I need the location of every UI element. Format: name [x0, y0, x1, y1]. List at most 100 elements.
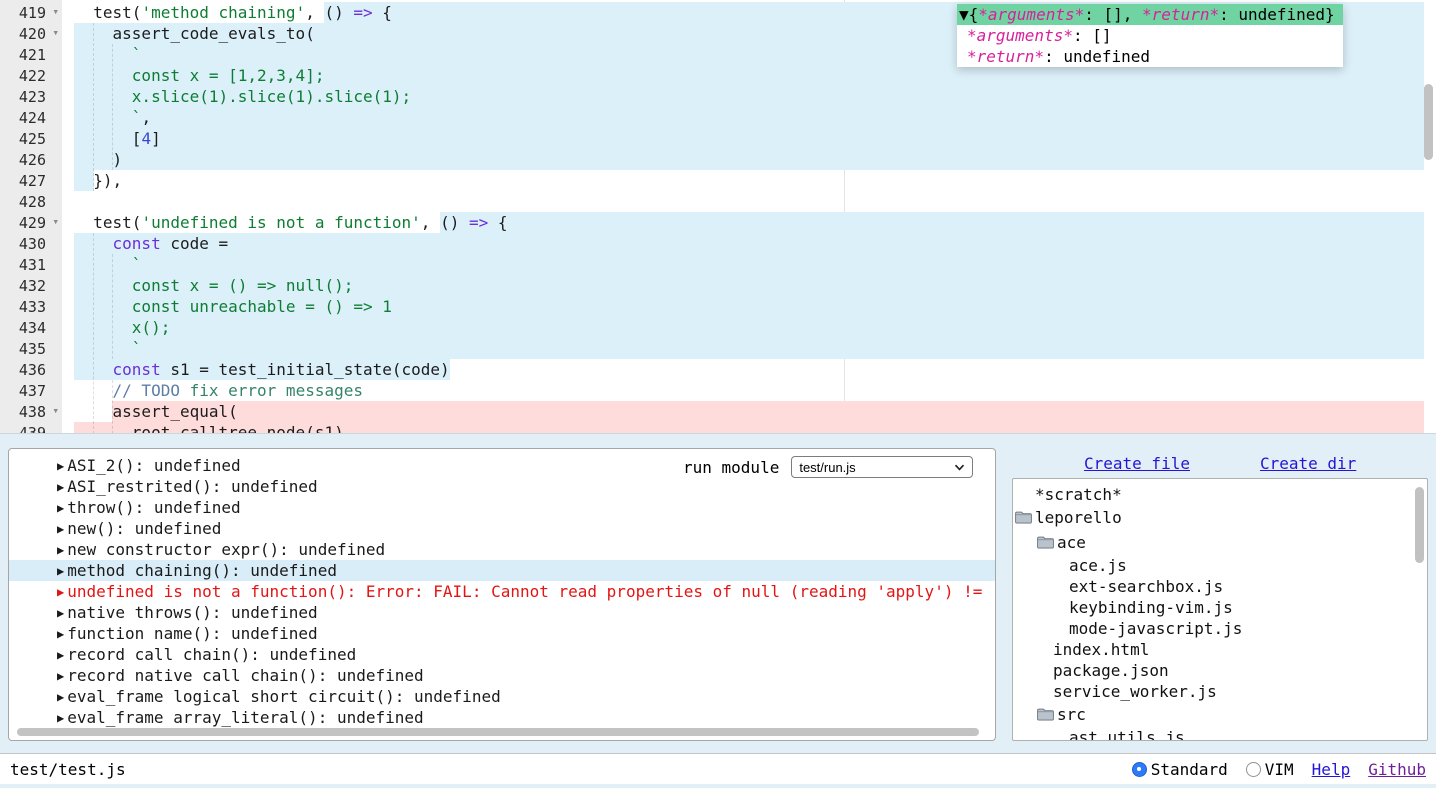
fold-arrow[interactable]: ▾ — [52, 5, 59, 19]
test-result-item[interactable]: ▶ASI_restrited(): undefined — [9, 476, 995, 497]
expand-arrow-icon[interactable]: ▶ — [57, 648, 64, 662]
expand-arrow-icon[interactable]: ▶ — [57, 669, 64, 683]
code-line[interactable]: x.slice(1).slice(1).slice(1); — [74, 86, 1436, 107]
expand-arrow-icon[interactable]: ▶ — [57, 627, 64, 641]
status-bar-controls: Standard VIM Help Github — [1132, 760, 1426, 779]
line-number: 433 — [0, 296, 62, 317]
test-result-item[interactable]: ▶new constructor expr(): undefined — [9, 539, 995, 560]
code-line[interactable]: const s1 = test_initial_state(code) — [74, 359, 1436, 380]
test-result-item[interactable]: ▶record call chain(): undefined — [9, 644, 995, 665]
file-tree-file[interactable]: service_worker.js — [1013, 681, 1427, 702]
value-tooltip-entry[interactable]: *return*: undefined — [957, 46, 1343, 67]
file-name: keybinding-vim.js — [1069, 598, 1233, 617]
file-tree-file[interactable]: *scratch* — [1013, 484, 1427, 505]
expand-arrow-icon[interactable]: ▶ — [57, 501, 64, 515]
code-line[interactable]: test('undefined is not a function', () =… — [74, 212, 1436, 233]
expand-arrow-icon[interactable]: ▶ — [57, 543, 64, 557]
expand-arrow-icon[interactable]: ▶ — [57, 711, 64, 725]
keybinding-mode-vim[interactable]: VIM — [1246, 760, 1294, 779]
fold-arrow[interactable]: ▾ — [52, 215, 59, 229]
radio-button[interactable] — [1246, 762, 1261, 777]
expand-arrow-icon[interactable]: ▶ — [57, 585, 64, 599]
expand-arrow-icon[interactable]: ▶ — [57, 480, 64, 494]
code-line[interactable]: ) — [74, 149, 1436, 170]
file-tree-scrollbar-thumb[interactable] — [1415, 487, 1424, 563]
test-result-item[interactable]: ▶function name(): undefined — [9, 623, 995, 644]
code-line[interactable]: x(); — [74, 317, 1436, 338]
line-number: 437 — [0, 380, 62, 401]
current-file-path: test/test.js — [10, 760, 126, 779]
test-result-item[interactable]: ▶eval_frame logical short circuit(): und… — [9, 686, 995, 707]
expand-arrow-icon[interactable]: ▶ — [57, 459, 64, 473]
value-tooltip-entry[interactable]: *arguments*: [] — [957, 25, 1343, 46]
file-name: leporello — [1035, 508, 1122, 527]
code-line[interactable] — [74, 191, 1436, 212]
code-line[interactable]: const code = — [74, 233, 1436, 254]
line-number: 430 — [0, 233, 62, 254]
file-tree-file[interactable]: index.html — [1013, 639, 1427, 660]
line-number: 420▾ — [0, 23, 62, 44]
code-line[interactable]: ` — [74, 338, 1436, 359]
value-tooltip-entries: *arguments*: []*return*: undefined — [957, 25, 1343, 67]
fold-arrow[interactable]: ▾ — [52, 404, 59, 418]
console-scrollbar-thumb[interactable] — [17, 728, 979, 736]
test-result-item[interactable]: ▶record native call chain(): undefined — [9, 665, 995, 686]
test-result-item[interactable]: ▶undefined is not a function(): Error: F… — [9, 581, 995, 602]
code-line[interactable]: ` — [74, 254, 1436, 275]
folder-icon — [1037, 708, 1054, 721]
file-tree-header: Create file Create dir — [1012, 448, 1428, 478]
test-result-item[interactable]: ▶new(): undefined — [9, 518, 995, 539]
line-number: 438▾ — [0, 401, 62, 422]
file-name: index.html — [1053, 640, 1149, 659]
test-result-item[interactable]: ▶throw(): undefined — [9, 497, 995, 518]
file-name: package.json — [1053, 661, 1169, 680]
file-tree-file[interactable]: package.json — [1013, 660, 1427, 681]
editor-gutter: 419▾420▾421422423424425426427428429▾4304… — [0, 0, 62, 434]
file-name: service_worker.js — [1053, 682, 1217, 701]
line-number: 428 — [0, 191, 62, 212]
code-line[interactable]: assert_equal( — [74, 401, 1436, 422]
line-number: 427 — [0, 170, 62, 191]
line-number: 426 — [0, 149, 62, 170]
expand-arrow-icon[interactable]: ▶ — [57, 606, 64, 620]
file-name: *scratch* — [1035, 485, 1122, 504]
code-line[interactable]: // TODO fix error messages — [74, 380, 1436, 401]
github-link[interactable]: Github — [1368, 760, 1426, 779]
code-line[interactable]: }), — [74, 170, 1436, 191]
file-tree-file[interactable]: keybinding-vim.js — [1013, 597, 1427, 618]
test-result-item[interactable]: ▶native throws(): undefined — [9, 602, 995, 623]
keybinding-mode-standard[interactable]: Standard — [1132, 760, 1228, 779]
code-line[interactable]: `, — [74, 107, 1436, 128]
expand-arrow-icon[interactable]: ▶ — [57, 690, 64, 704]
create-dir-link[interactable]: Create dir — [1260, 454, 1356, 473]
file-tree-file[interactable]: ace.js — [1013, 555, 1427, 576]
editor-scrollbar-thumb[interactable] — [1424, 84, 1433, 160]
line-number: 432 — [0, 275, 62, 296]
file-list: *scratch* leporello aceace.jsext-searchbox… — [1013, 484, 1427, 741]
value-tooltip-header[interactable]: ▼{*arguments*: [], *return*: undefined} — [957, 4, 1343, 25]
code-line[interactable]: root_calltree_node(s1) — [74, 422, 1436, 434]
fold-arrow[interactable]: ▾ — [52, 26, 59, 40]
code-line[interactable]: const x = [1,2,3,4]; — [74, 65, 1436, 86]
code-line[interactable]: const x = () => null(); — [74, 275, 1436, 296]
file-tree-folder[interactable]: leporello — [1013, 505, 1427, 530]
code-line[interactable]: const unreachable = () => 1 — [74, 296, 1436, 317]
help-link[interactable]: Help — [1312, 760, 1351, 779]
file-name: ace.js — [1069, 556, 1127, 575]
radio-button[interactable] — [1132, 762, 1147, 777]
run-module-control: run module test/run.js — [683, 456, 973, 478]
file-tree-file[interactable]: mode-javascript.js — [1013, 618, 1427, 639]
status-bar: test/test.js Standard VIM Help Github — [0, 753, 1436, 784]
file-tree-folder[interactable]: src — [1013, 702, 1427, 727]
create-file-link[interactable]: Create file — [1084, 454, 1190, 473]
test-result-item[interactable]: ▶method chaining(): undefined — [9, 560, 995, 581]
file-tree-folder[interactable]: ace — [1013, 530, 1427, 555]
file-tree-file[interactable]: ast_utils.js — [1013, 727, 1427, 741]
code-line[interactable]: [4] — [74, 128, 1436, 149]
expand-arrow-icon[interactable]: ▶ — [57, 564, 64, 578]
test-result-item[interactable]: ▶eval_frame array_literal(): undefined — [9, 707, 995, 728]
expand-arrow-icon[interactable]: ▶ — [57, 522, 64, 536]
run-module-select[interactable]: test/run.js — [791, 456, 973, 478]
file-name: mode-javascript.js — [1069, 619, 1242, 638]
file-tree-file[interactable]: ext-searchbox.js — [1013, 576, 1427, 597]
